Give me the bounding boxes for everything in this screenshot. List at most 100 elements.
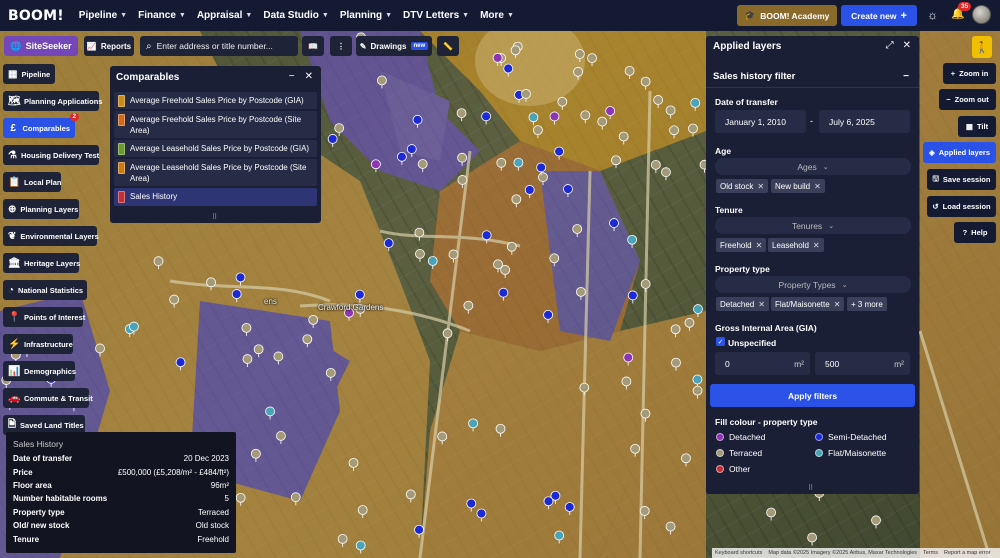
sidebar-item-environmental-layers[interactable]: ❦ Environmental Layers: [3, 226, 99, 246]
zoom-out-button[interactable]: − Zoom out: [939, 89, 996, 110]
map-pin[interactable]: [532, 125, 543, 136]
map-pin[interactable]: [506, 241, 517, 252]
map-pin[interactable]: [528, 112, 539, 123]
map-pin[interactable]: [618, 131, 629, 142]
unspecified-checkbox[interactable]: ✓: [716, 337, 725, 346]
map-pin[interactable]: [231, 289, 242, 299]
map-pin[interactable]: [153, 256, 164, 267]
map-pin[interactable]: [688, 123, 698, 134]
sidebar-item-local-plan[interactable]: 📋 Local Plan: [3, 172, 62, 192]
map-pin[interactable]: [576, 286, 586, 297]
sidebar-item-national-statistics[interactable]: ◔ National Statistics: [3, 280, 87, 300]
map-pin[interactable]: [605, 106, 616, 116]
map-pin[interactable]: [693, 304, 703, 314]
map-pin[interactable]: [442, 328, 453, 339]
chip-new-build[interactable]: New build ✕: [771, 179, 825, 193]
nav-item-appraisal[interactable]: Appraisal ▼: [197, 10, 253, 21]
map-pin[interactable]: [308, 314, 319, 325]
nav-item-planning[interactable]: Planning ▼: [340, 10, 392, 21]
map-pin[interactable]: [463, 300, 474, 311]
sidebar-item-comparables[interactable]: £ Comparables 2: [3, 113, 79, 138]
search-input[interactable]: [156, 41, 292, 51]
nav-item-finance[interactable]: Finance ▼: [138, 10, 186, 21]
map-pin[interactable]: [290, 492, 301, 503]
map-pin[interactable]: [235, 272, 246, 283]
map-pin[interactable]: [665, 105, 676, 116]
map-pin[interactable]: [669, 125, 679, 136]
map-pin[interactable]: [609, 218, 619, 228]
map-pin[interactable]: [580, 110, 591, 121]
more-options-button[interactable]: ⋮: [330, 36, 352, 56]
map-pin[interactable]: [169, 294, 180, 305]
map-pin[interactable]: [572, 224, 583, 234]
tilt-button[interactable]: ▦ Tilt: [958, 116, 996, 137]
map-pin[interactable]: [564, 502, 575, 512]
map-pin[interactable]: [493, 259, 503, 270]
map-pin[interactable]: [671, 357, 681, 368]
map-pin[interactable]: [587, 53, 597, 64]
map-pin[interactable]: [661, 167, 671, 178]
comparables-row[interactable]: Average Leasehold Sales Price by Postcod…: [114, 140, 317, 157]
map-pin[interactable]: [457, 152, 468, 163]
comparables-row[interactable]: Average Freehold Sales Price by Postcode…: [114, 111, 317, 138]
filter-header[interactable]: Sales history filter −: [706, 66, 919, 88]
map-pin[interactable]: [481, 230, 492, 241]
map-pin[interactable]: [640, 76, 651, 87]
map-pin[interactable]: [457, 175, 468, 185]
chip-freehold[interactable]: Freehold ✕: [716, 238, 767, 252]
map-pin[interactable]: [456, 108, 467, 119]
map-pin[interactable]: [510, 45, 521, 56]
map-pin[interactable]: [241, 322, 252, 333]
map-pin[interactable]: [325, 367, 336, 378]
map-pin[interactable]: [503, 63, 514, 74]
terms-link[interactable]: Terms: [923, 550, 938, 556]
minimize-icon[interactable]: −: [903, 71, 909, 82]
theme-toggle-icon[interactable]: ☼: [927, 8, 938, 22]
map-pin[interactable]: [511, 194, 522, 205]
map-pin[interactable]: [538, 172, 548, 183]
street-view-pegman-icon[interactable]: 🚶: [972, 36, 992, 58]
sidebar-item-commute-transit[interactable]: 🚗 Commute & Transit: [3, 388, 93, 408]
nav-item-dtv-letters[interactable]: DTV Letters ▼: [403, 10, 469, 21]
save-session-button[interactable]: 🖫 Save session: [927, 169, 996, 190]
map-pin[interactable]: [640, 408, 651, 419]
map-pin[interactable]: [355, 540, 366, 551]
report-error-link[interactable]: Report a map error: [944, 550, 990, 556]
map-pin[interactable]: [549, 253, 560, 264]
map-pin[interactable]: [554, 530, 565, 541]
sidebar-item-housing-delivery-test[interactable]: ⚗ Housing Delivery Test: [3, 145, 99, 165]
map-pin[interactable]: [348, 457, 359, 468]
map-pin[interactable]: [235, 492, 246, 503]
map-pin[interactable]: [276, 431, 286, 441]
map-pin[interactable]: [496, 157, 507, 168]
map-pin[interactable]: [524, 185, 535, 195]
map-pin[interactable]: [573, 66, 583, 77]
map-pin[interactable]: [492, 52, 503, 63]
map-pin[interactable]: [554, 146, 565, 157]
map-pin[interactable]: [513, 157, 524, 168]
map-pin[interactable]: [557, 96, 568, 107]
sidebar-item-heritage-layers[interactable]: 🏛 Heritage Layers: [3, 253, 80, 273]
zoom-in-button[interactable]: + Zoom in: [943, 63, 996, 84]
map-pin[interactable]: [396, 151, 407, 162]
create-new-button[interactable]: Create new +: [841, 5, 917, 26]
map-pin[interactable]: [692, 374, 703, 385]
map-pin[interactable]: [129, 321, 139, 332]
comparables-row-sales-history[interactable]: Sales History: [114, 188, 317, 206]
map-pin[interactable]: [684, 317, 695, 328]
drag-handle-icon[interactable]: ⠿: [808, 484, 813, 492]
property-type-select[interactable]: Property Types ⌄: [715, 276, 911, 293]
map-pin[interactable]: [414, 524, 424, 535]
avatar[interactable]: [972, 5, 991, 24]
map-pin[interactable]: [415, 249, 425, 259]
map-pin[interactable]: [242, 354, 253, 364]
map-pin[interactable]: [250, 448, 261, 459]
help-button[interactable]: ? Help: [954, 222, 996, 243]
map-pin[interactable]: [448, 249, 459, 260]
tenure-select[interactable]: Tenures ⌄: [715, 217, 911, 234]
sidebar-item-demographics[interactable]: 📊 Demographics: [3, 361, 76, 381]
applied-layers-button[interactable]: ◈ Applied layers: [923, 142, 996, 163]
apply-filters-button[interactable]: Apply filters: [710, 384, 915, 407]
map-pin[interactable]: [650, 159, 661, 170]
boom-logo[interactable]: BOOM!: [8, 8, 64, 24]
